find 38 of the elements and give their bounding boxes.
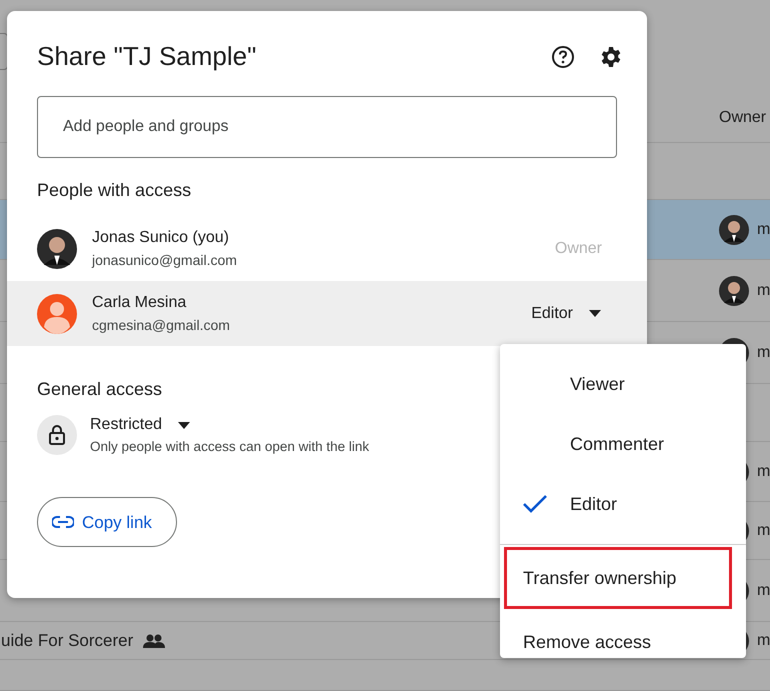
menu-item[interactable]: Editor	[500, 474, 746, 534]
copy-link-button[interactable]: Copy link	[37, 497, 177, 548]
link-icon	[52, 516, 74, 528]
section-heading: General access	[37, 379, 162, 401]
role-label: Owner	[554, 238, 602, 259]
menu-item[interactable]: Transfer ownership	[504, 547, 732, 609]
owner-name: m	[757, 630, 770, 650]
caret-icon	[178, 422, 190, 429]
owner-name: m	[757, 280, 770, 300]
add-people-field[interactable]: Add people and groups	[37, 96, 617, 158]
file-name[interactable]: uide For Sorcerer	[1, 628, 134, 654]
owner-name: m	[757, 580, 770, 600]
avatar-icon	[37, 228, 77, 269]
menu-item[interactable]: Commenter	[500, 414, 746, 474]
owner-name: m	[757, 220, 770, 240]
owner-name: m	[757, 462, 770, 482]
person-email: jonasunico@gmail.com	[92, 251, 238, 270]
lock-icon	[37, 415, 77, 456]
person-row[interactable]: Carla Mesina cgmesina@gmail.com Editor	[7, 281, 647, 346]
help-icon	[551, 44, 575, 69]
caret-icon	[589, 310, 601, 318]
role-dropdown[interactable]: Editor	[531, 302, 601, 326]
settings-icon	[599, 44, 623, 69]
avatar-icon	[719, 276, 749, 306]
person-row[interactable]: Jonas Sunico (you) jonasunico@gmail.com Owner	[7, 216, 647, 282]
column-header[interactable]: Owner	[719, 106, 766, 130]
avatar-icon	[37, 294, 77, 334]
owner-name: m	[757, 520, 770, 540]
access-dropdown[interactable]: Restricted	[90, 413, 190, 438]
section-heading: People with access	[37, 180, 192, 202]
menu-item[interactable]: Viewer	[500, 354, 746, 414]
access-description: Only people with access can open with the link	[90, 438, 370, 456]
person-name: Jonas Sunico (you)	[92, 228, 230, 248]
person-name: Carla Mesina	[92, 293, 188, 314]
avatar-icon	[719, 214, 749, 244]
owner-name: m	[757, 342, 770, 362]
person-email: cgmesina@gmail.com	[92, 316, 231, 336]
dialog-title: Share "TJ Sample"	[37, 41, 256, 72]
